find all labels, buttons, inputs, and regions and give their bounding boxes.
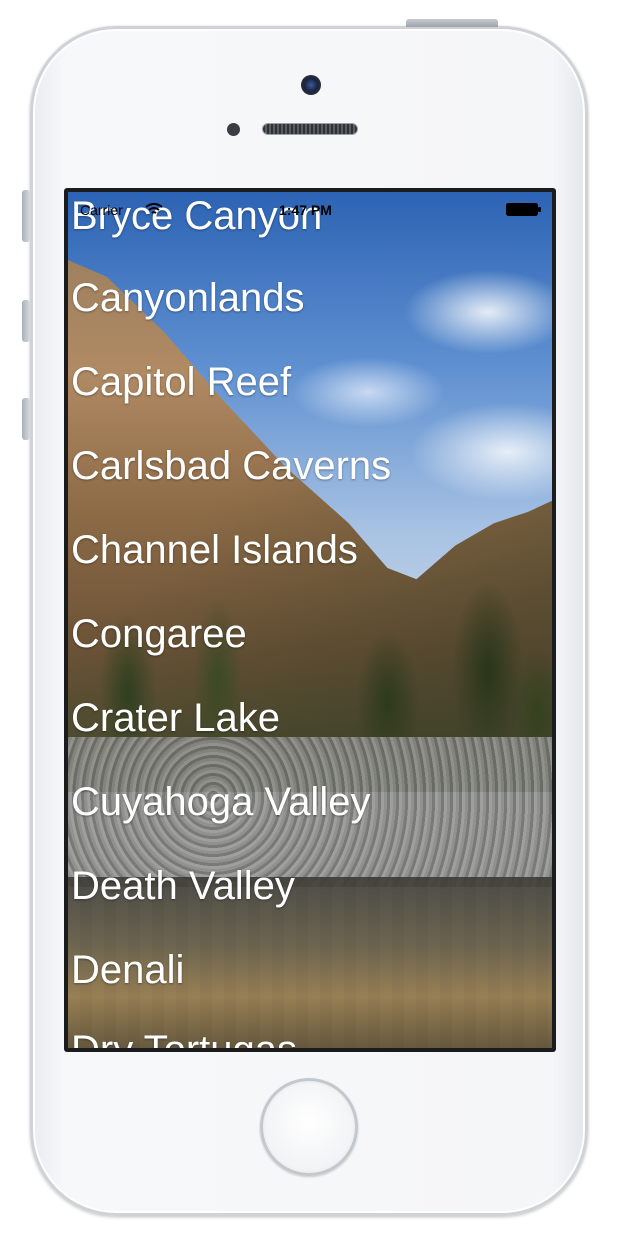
carrier-label: Carrier: [80, 202, 123, 218]
sleep-wake-button[interactable]: [406, 19, 498, 27]
park-list[interactable]: Bryce Canyon Canyonlands Capitol Reef Ca…: [68, 192, 552, 1048]
list-item[interactable]: Channel Islands: [71, 528, 551, 588]
app-screen: Bryce Canyon Canyonlands Capitol Reef Ca…: [68, 192, 552, 1048]
list-item[interactable]: Crater Lake: [71, 696, 551, 756]
list-item[interactable]: Dry Tortugas: [71, 1028, 551, 1048]
wifi-icon: [145, 203, 163, 214]
list-item[interactable]: Cuyahoga Valley: [71, 780, 551, 840]
status-time: 1:47 PM: [279, 202, 332, 218]
status-bar: Carrier 1:47 PM: [68, 192, 552, 218]
list-item[interactable]: Carlsbad Caverns: [71, 444, 551, 504]
mute-switch[interactable]: [22, 190, 30, 242]
home-button-icon[interactable]: [260, 1078, 358, 1176]
list-item[interactable]: Congaree: [71, 612, 551, 672]
volume-down-button[interactable]: [22, 398, 30, 440]
battery-icon: [506, 203, 541, 216]
volume-up-button[interactable]: [22, 300, 30, 342]
earpiece-speaker-icon: [262, 123, 358, 135]
front-camera-icon: [301, 75, 321, 95]
list-item[interactable]: Capitol Reef: [71, 360, 551, 420]
list-item[interactable]: Denali: [71, 948, 551, 1008]
list-item[interactable]: Canyonlands: [71, 276, 551, 336]
list-item[interactable]: Death Valley: [71, 864, 551, 924]
proximity-sensor: [227, 123, 240, 136]
